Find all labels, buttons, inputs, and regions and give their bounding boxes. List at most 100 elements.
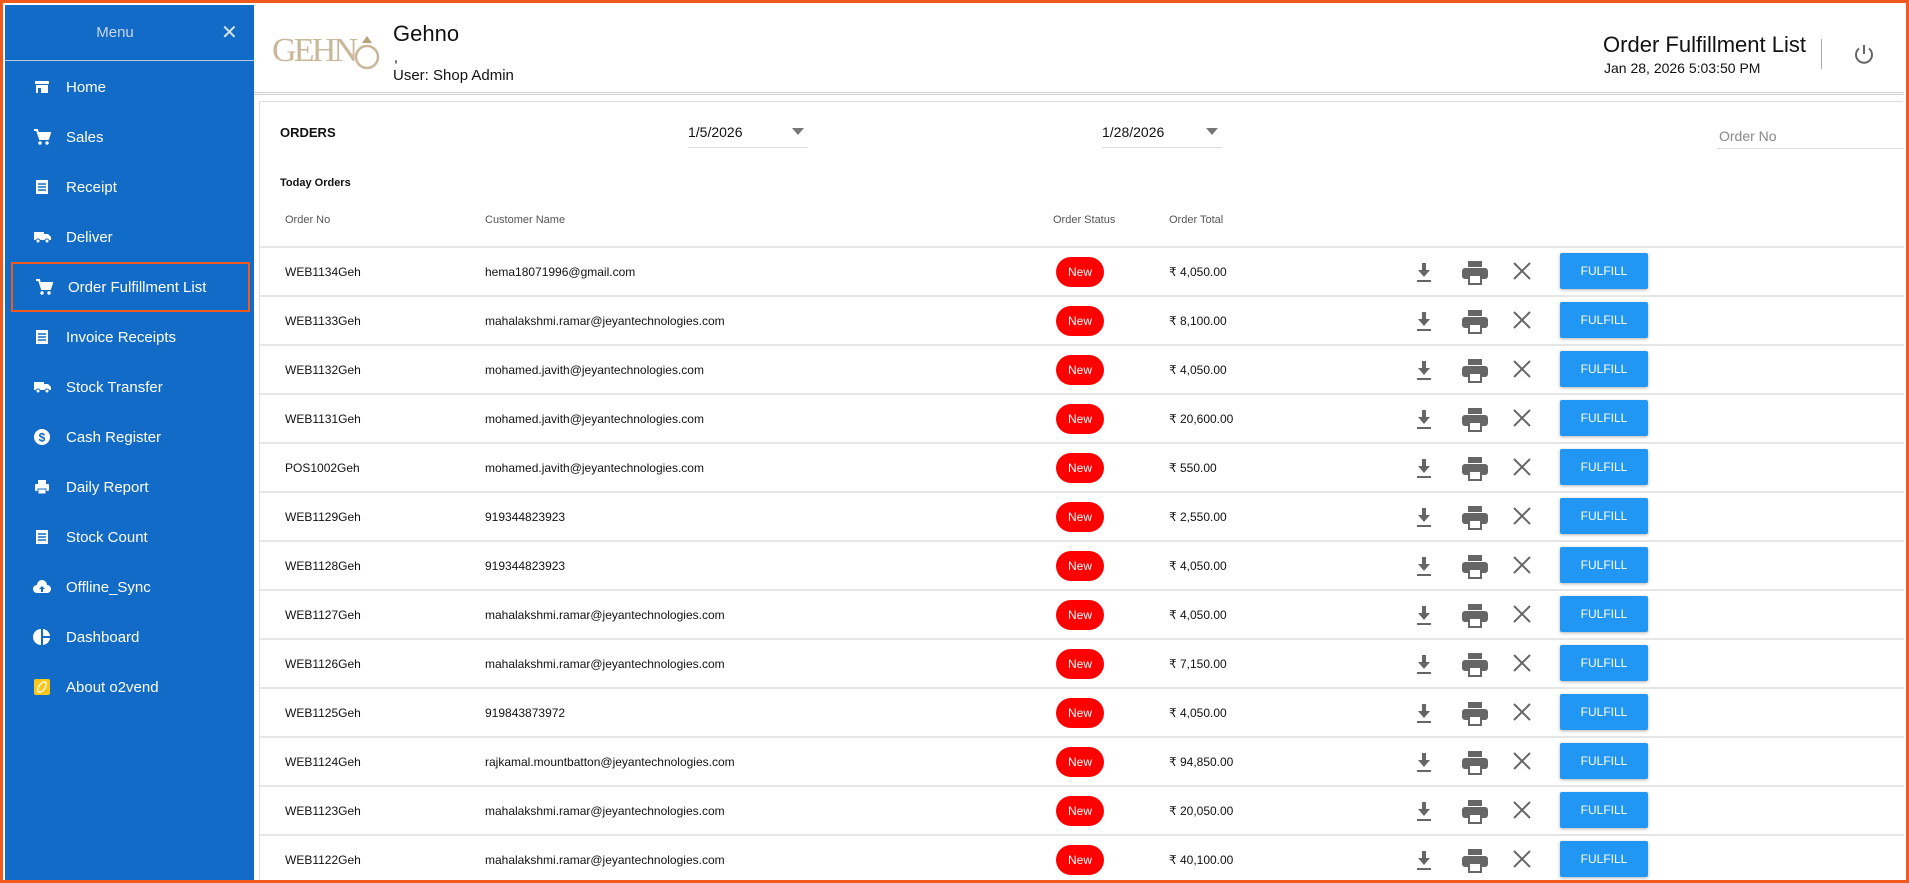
order-no-search-input[interactable] [1717, 124, 1904, 149]
fulfill-button[interactable]: FULFILL [1560, 253, 1648, 289]
fulfill-button[interactable]: FULFILL [1560, 547, 1648, 583]
cancel-icon[interactable] [1511, 848, 1533, 870]
cancel-icon[interactable] [1511, 456, 1533, 478]
sidebar-item-stock-transfer[interactable]: Stock Transfer [11, 362, 250, 412]
sidebar-item-dashboard[interactable]: Dashboard [11, 612, 250, 662]
order-no-cell: WEB1125Geh [285, 706, 361, 720]
dollar-icon: $ [34, 429, 50, 445]
print-icon[interactable] [1461, 309, 1489, 335]
sidebar-item-sales[interactable]: Sales [11, 112, 250, 162]
cancel-icon[interactable] [1511, 652, 1533, 674]
cancel-icon[interactable] [1511, 309, 1533, 331]
fulfill-button[interactable]: FULFILL [1560, 694, 1648, 730]
print-icon[interactable] [1461, 407, 1489, 433]
print-icon[interactable] [1461, 505, 1489, 531]
download-icon[interactable] [1412, 358, 1436, 382]
sidebar-item-offline-sync[interactable]: Offline_Sync [11, 562, 250, 612]
cancel-icon[interactable] [1511, 554, 1533, 576]
download-icon[interactable] [1412, 848, 1436, 872]
power-icon[interactable] [1852, 43, 1876, 67]
print-icon[interactable] [1461, 652, 1489, 678]
sidebar-item-order-fulfillment-list[interactable]: Order Fulfillment List [11, 262, 250, 312]
customer-name-cell: mahalakshmi.ramar@jeyantechnologies.com [485, 804, 725, 818]
download-icon[interactable] [1412, 652, 1436, 676]
download-icon[interactable] [1412, 407, 1436, 431]
order-no-cell: WEB1132Geh [285, 363, 361, 377]
status-badge: New [1056, 453, 1104, 483]
fulfill-button[interactable]: FULFILL [1560, 449, 1648, 485]
fulfill-button[interactable]: FULFILL [1560, 792, 1648, 828]
table-row: WEB1134Geh hema18071996@gmail.com New ₹ 4,0… [260, 246, 1904, 295]
receipt-icon [36, 180, 48, 194]
cart-icon [36, 279, 53, 295]
sidebar-item-invoice-receipts[interactable]: Invoice Receipts [11, 312, 250, 362]
order-total-cell: ₹ 20,600.00 [1169, 412, 1234, 426]
gehno-logo: GEHN [272, 32, 380, 70]
status-badge: New [1056, 355, 1104, 385]
fulfill-button[interactable]: FULFILL [1560, 743, 1648, 779]
download-icon[interactable] [1412, 260, 1436, 284]
cancel-icon[interactable] [1511, 799, 1533, 821]
print-icon[interactable] [1461, 554, 1489, 580]
download-icon[interactable] [1412, 750, 1436, 774]
orders-panel: ORDERS 1/5/2026 1/28/2026 Today Orders O… [259, 101, 1904, 880]
print-icon[interactable] [1461, 603, 1489, 629]
order-total-cell: ₹ 40,100.00 [1169, 853, 1234, 867]
from-date-value: 1/5/2026 [688, 124, 743, 140]
cancel-icon[interactable] [1511, 603, 1533, 625]
print-icon[interactable] [1461, 456, 1489, 482]
status-badge: New [1056, 600, 1104, 630]
sidebar-item-stock-count[interactable]: Stock Count [11, 512, 250, 562]
fulfill-button[interactable]: FULFILL [1560, 645, 1648, 681]
status-badge: New [1056, 551, 1104, 581]
sidebar-item-label: Order Fulfillment List [68, 278, 207, 296]
caret-down-icon [1206, 128, 1218, 135]
print-icon[interactable] [1461, 799, 1489, 825]
close-icon[interactable]: ✕ [221, 20, 238, 45]
sidebar-item-cash-register[interactable]: $ Cash Register [11, 412, 250, 462]
cancel-icon[interactable] [1511, 407, 1533, 429]
cancel-icon[interactable] [1511, 358, 1533, 380]
order-total-cell: ₹ 20,050.00 [1169, 804, 1234, 818]
order-total-cell: ₹ 4,050.00 [1169, 608, 1227, 622]
download-icon[interactable] [1412, 456, 1436, 480]
from-date-picker[interactable]: 1/5/2026 [688, 124, 808, 148]
download-icon[interactable] [1412, 309, 1436, 333]
sidebar-item-home[interactable]: Home [11, 62, 250, 112]
fulfill-button[interactable]: FULFILL [1560, 400, 1648, 436]
download-icon[interactable] [1412, 799, 1436, 823]
print-icon[interactable] [1461, 358, 1489, 384]
download-icon[interactable] [1412, 701, 1436, 725]
to-date-picker[interactable]: 1/28/2026 [1102, 124, 1222, 148]
fulfill-button[interactable]: FULFILL [1560, 596, 1648, 632]
status-badge: New [1056, 306, 1104, 336]
order-total-cell: ₹ 4,050.00 [1169, 265, 1227, 279]
fulfill-button[interactable]: FULFILL [1560, 302, 1648, 338]
sidebar-item-about-o2vend[interactable]: About o2vend [11, 662, 250, 712]
download-icon[interactable] [1412, 603, 1436, 627]
sidebar-item-label: Sales [66, 128, 104, 146]
print-icon[interactable] [1461, 750, 1489, 776]
svg-text:GEHN: GEHN [272, 32, 357, 69]
download-icon[interactable] [1412, 554, 1436, 578]
cancel-icon[interactable] [1511, 750, 1533, 772]
fulfill-button[interactable]: FULFILL [1560, 498, 1648, 534]
table-row: WEB1132Geh mohamed.javith@jeyantechnologi… [260, 344, 1904, 393]
print-icon[interactable] [1461, 260, 1489, 286]
current-user: User: Shop Admin [393, 67, 514, 84]
sidebar-item-receipt[interactable]: Receipt [11, 162, 250, 212]
fulfill-button[interactable]: FULFILL [1560, 351, 1648, 387]
customer-name-cell: rajkamal.mountbatton@jeyantechnologies.c… [485, 755, 735, 769]
receipt-icon [36, 530, 48, 544]
cancel-icon[interactable] [1511, 505, 1533, 527]
orders-heading: ORDERS [280, 125, 336, 140]
print-icon[interactable] [1461, 848, 1489, 874]
sidebar-item-daily-report[interactable]: Daily Report [11, 462, 250, 512]
cancel-icon[interactable] [1511, 701, 1533, 723]
cancel-icon[interactable] [1511, 260, 1533, 282]
sidebar-item-label: Home [66, 78, 107, 96]
download-icon[interactable] [1412, 505, 1436, 529]
sidebar-item-deliver[interactable]: Deliver [11, 212, 250, 262]
fulfill-button[interactable]: FULFILL [1560, 841, 1648, 877]
print-icon[interactable] [1461, 701, 1489, 727]
